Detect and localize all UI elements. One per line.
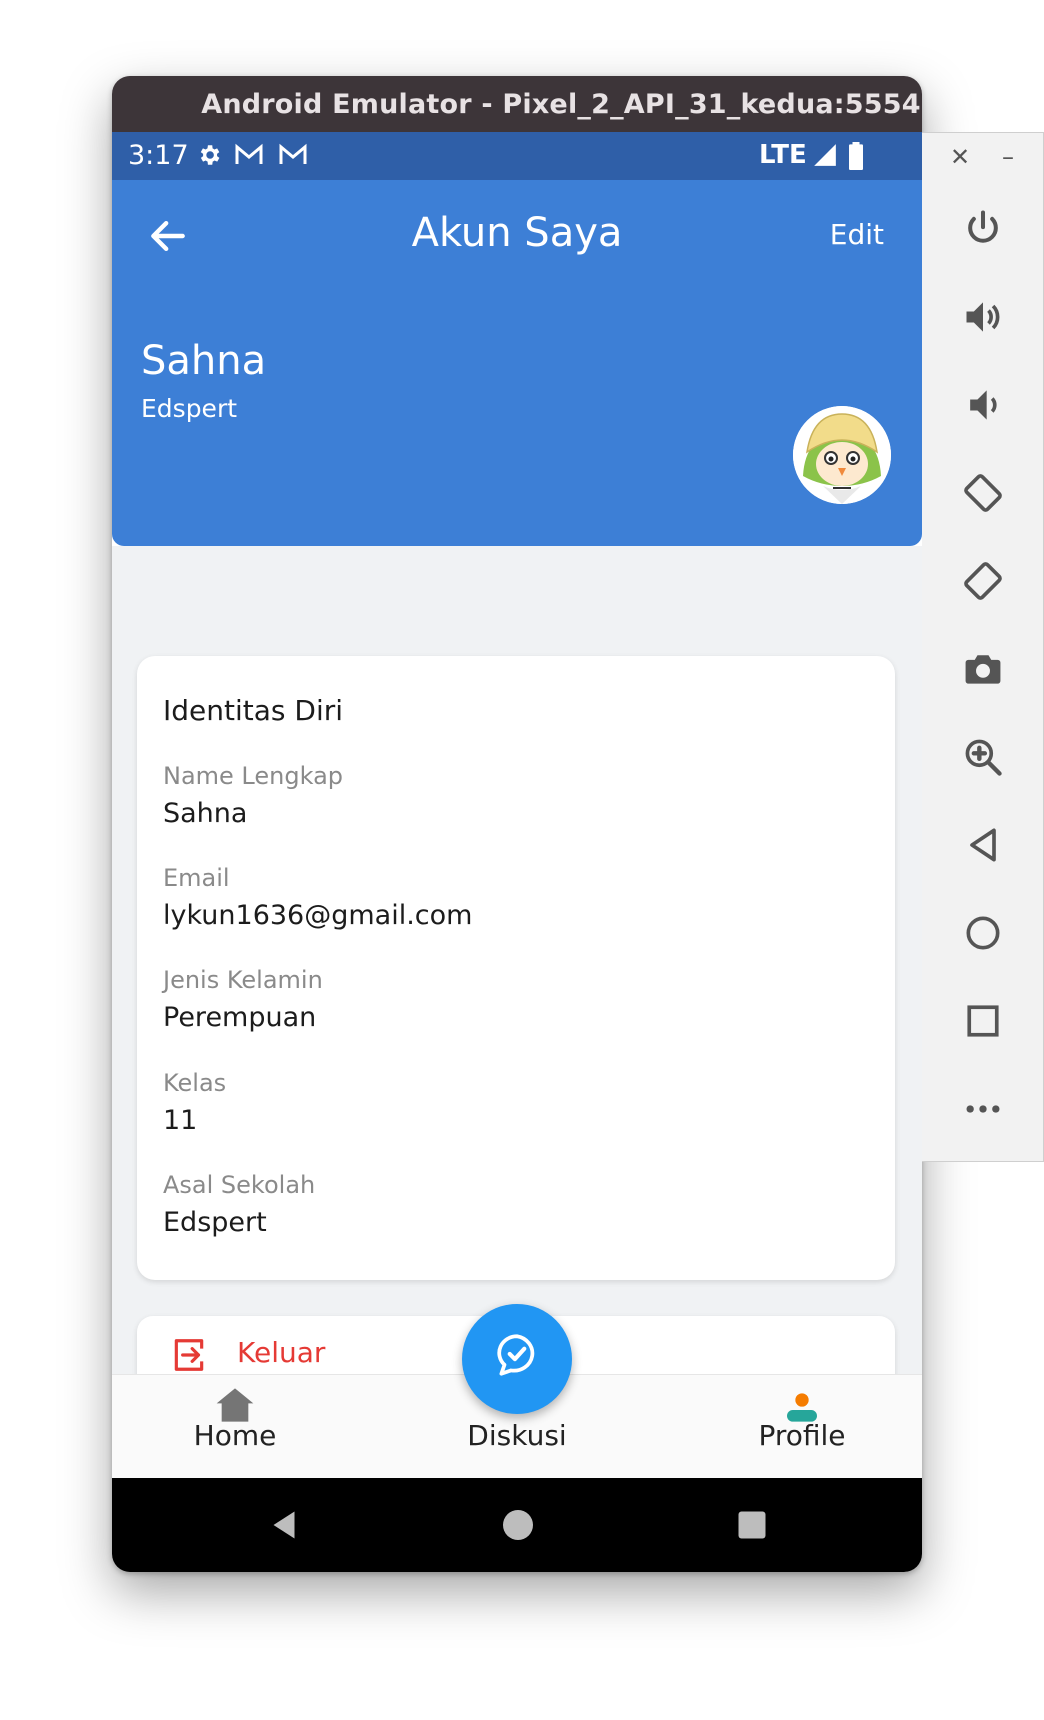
user-name: Sahna	[141, 338, 267, 384]
identity-card: Identitas Diri Name Lengkap Sahna Email …	[137, 656, 895, 1280]
back-icon[interactable]	[961, 823, 1005, 867]
field-label: Kelas	[163, 1069, 227, 1097]
field-label: Asal Sekolah	[163, 1171, 316, 1199]
zoom-icon[interactable]	[961, 735, 1005, 779]
user-school: Edspert	[141, 394, 238, 423]
status-time: 3:17	[128, 140, 189, 171]
rotate-right-icon[interactable]	[961, 559, 1005, 603]
window-title: Android Emulator - Pixel_2_API_31_kedua:…	[201, 88, 921, 120]
window-title-bar: Android Emulator - Pixel_2_API_31_kedua:…	[112, 76, 922, 132]
more-icon[interactable]	[961, 1087, 1005, 1131]
nav-label-profile: Profile	[758, 1419, 846, 1452]
field-school: Asal Sekolah Edspert	[163, 1171, 315, 1238]
logout-icon	[174, 1339, 204, 1371]
field-value: 11	[163, 1105, 198, 1136]
field-full-name: Name Lengkap Sahna	[163, 762, 343, 829]
field-gender: Jenis Kelamin Perempuan	[163, 966, 323, 1033]
field-value: lykun1636@gmail.com	[163, 900, 473, 931]
status-bar: 3:17 LTE	[112, 132, 922, 180]
power-icon[interactable]	[961, 207, 1005, 251]
signal-icon	[814, 144, 836, 166]
avatar[interactable]	[793, 406, 891, 504]
field-class: Kelas 11	[163, 1069, 226, 1136]
field-label: Jenis Kelamin	[163, 966, 323, 994]
field-value: Edspert	[163, 1207, 267, 1238]
battery-icon	[849, 142, 863, 170]
home-circle-icon[interactable]	[500, 1507, 536, 1543]
chat-check-icon	[497, 1334, 535, 1376]
nav-label-home: Home	[193, 1419, 277, 1452]
overview-icon[interactable]	[961, 999, 1005, 1043]
field-email: Email lykun1636@gmail.com	[163, 864, 472, 931]
gmail-icon	[235, 143, 263, 164]
field-value: Perempuan	[163, 1002, 317, 1033]
volume-down-icon[interactable]	[961, 383, 1005, 427]
identity-card-title: Identitas Diri	[163, 694, 344, 727]
discussion-fab[interactable]	[462, 1304, 572, 1414]
back-triangle-icon[interactable]	[266, 1507, 302, 1543]
gear-icon	[200, 145, 220, 165]
network-type: LTE	[759, 140, 807, 170]
field-label: Name Lengkap	[163, 762, 344, 790]
system-navigation-bar	[112, 1478, 922, 1572]
avatar-image	[793, 406, 891, 504]
edit-button[interactable]: Edit	[830, 218, 884, 251]
content-area: Identitas Diri Name Lengkap Sahna Email …	[112, 546, 922, 1418]
home-icon[interactable]	[961, 911, 1005, 955]
nav-label-diskusi: Diskusi	[467, 1419, 567, 1452]
field-value: Sahna	[163, 798, 248, 829]
gmail-icon	[279, 143, 307, 164]
profile-header: Akun Saya Edit Sahna Edspert	[112, 180, 922, 546]
minimize-icon[interactable]: –	[1002, 143, 1014, 171]
nav-item-profile[interactable]: Profile	[702, 1375, 902, 1479]
field-label: Email	[163, 864, 230, 892]
page-title: Akun Saya	[411, 210, 623, 256]
logout-label: Keluar	[237, 1336, 326, 1369]
volume-up-icon[interactable]	[961, 295, 1005, 339]
rotate-left-icon[interactable]	[961, 471, 1005, 515]
nav-item-home[interactable]: Home	[135, 1375, 335, 1479]
close-icon[interactable]: ✕	[950, 143, 970, 171]
overview-square-icon[interactable]	[734, 1507, 770, 1543]
emulator-toolbar: ✕ –	[922, 132, 1044, 1162]
camera-icon[interactable]	[961, 647, 1005, 691]
emulator-window: Android Emulator - Pixel_2_API_31_kedua:…	[112, 76, 922, 1572]
